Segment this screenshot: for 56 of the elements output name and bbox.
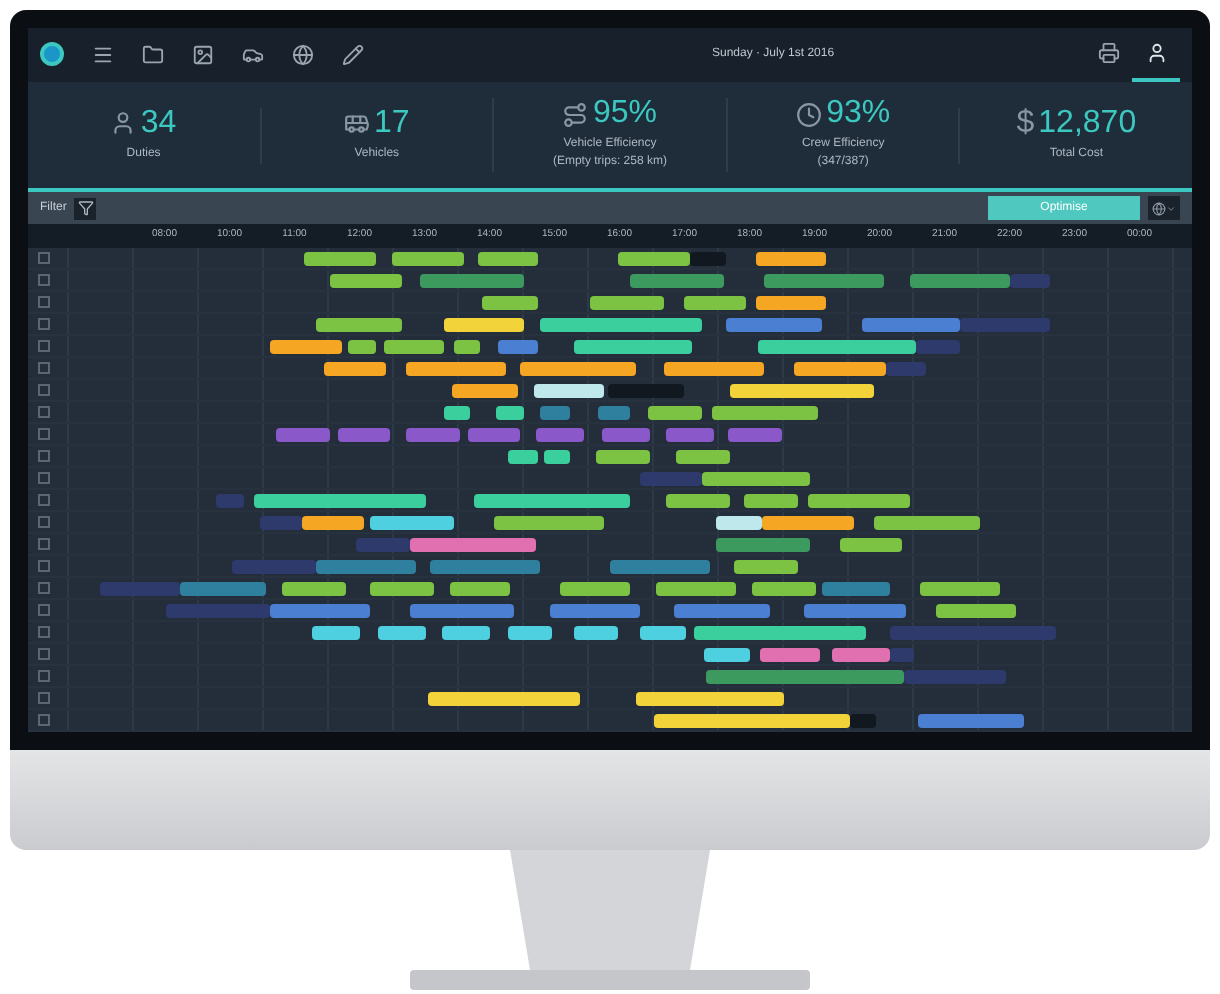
gantt-bar[interactable] [496,406,524,420]
gantt-bar[interactable] [444,406,470,420]
kpi-value: 17 [373,107,410,139]
filter-button[interactable] [74,197,97,220]
printer-icon [1097,41,1119,64]
row-checkbox[interactable] [38,472,50,484]
row-checkbox[interactable] [38,318,50,330]
row-checkbox[interactable] [38,340,50,352]
filter-icon [77,200,94,217]
folder-icon[interactable] [142,43,164,66]
row-checkbox[interactable] [38,384,50,396]
row-checkbox[interactable] [38,362,50,374]
gantt-bar[interactable] [508,626,552,640]
caret-icon [1166,203,1176,214]
row-checkbox[interactable] [38,428,50,440]
row-checkbox[interactable] [38,252,50,264]
row-checkbox[interactable] [38,582,50,594]
kpi-icon [796,101,823,127]
globe-dropdown[interactable] [1148,196,1180,221]
row-checkbox[interactable] [38,670,50,682]
kpi-icon [562,101,589,127]
gantt-bar[interactable] [540,406,570,420]
kpi-icon [343,110,370,136]
kpi-value: 34 [140,107,177,139]
row-checkbox[interactable] [38,692,50,704]
gantt-bar[interactable] [498,340,538,354]
image-icon[interactable] [192,43,214,66]
row-checkbox[interactable] [38,626,50,638]
kpi-value: 93% [826,98,891,130]
pencil-icon[interactable] [342,43,364,66]
gantt-bar[interactable] [454,340,480,354]
row-checkbox[interactable] [38,648,50,660]
row-checkbox[interactable] [38,450,50,462]
row-checkbox[interactable] [38,516,50,528]
user-icon [1145,41,1167,64]
kpi-icon [110,110,137,136]
row-checkbox[interactable] [38,560,50,572]
row-checkbox[interactable] [38,538,50,550]
row-checkbox[interactable] [38,604,50,616]
globe-icon[interactable] [292,43,314,66]
globe-icon [1152,201,1166,216]
kpi-value: 95% [592,98,657,130]
row-checkbox[interactable] [38,714,50,726]
logo-icon [40,42,64,67]
row-checkbox[interactable] [38,406,50,418]
gantt-bar[interactable] [716,516,762,530]
gantt-bar[interactable] [598,406,630,420]
gantt-bar[interactable] [544,450,570,464]
gantt-bar[interactable] [348,340,376,354]
row-checkbox[interactable] [38,494,50,506]
kpi-value: 12,870 [1038,107,1137,139]
menu-icon[interactable] [92,43,114,66]
row-checkbox[interactable] [38,274,50,286]
row-checkbox[interactable] [38,296,50,308]
gantt-bar[interactable] [508,450,538,464]
currency-sign: $ [1016,107,1035,139]
